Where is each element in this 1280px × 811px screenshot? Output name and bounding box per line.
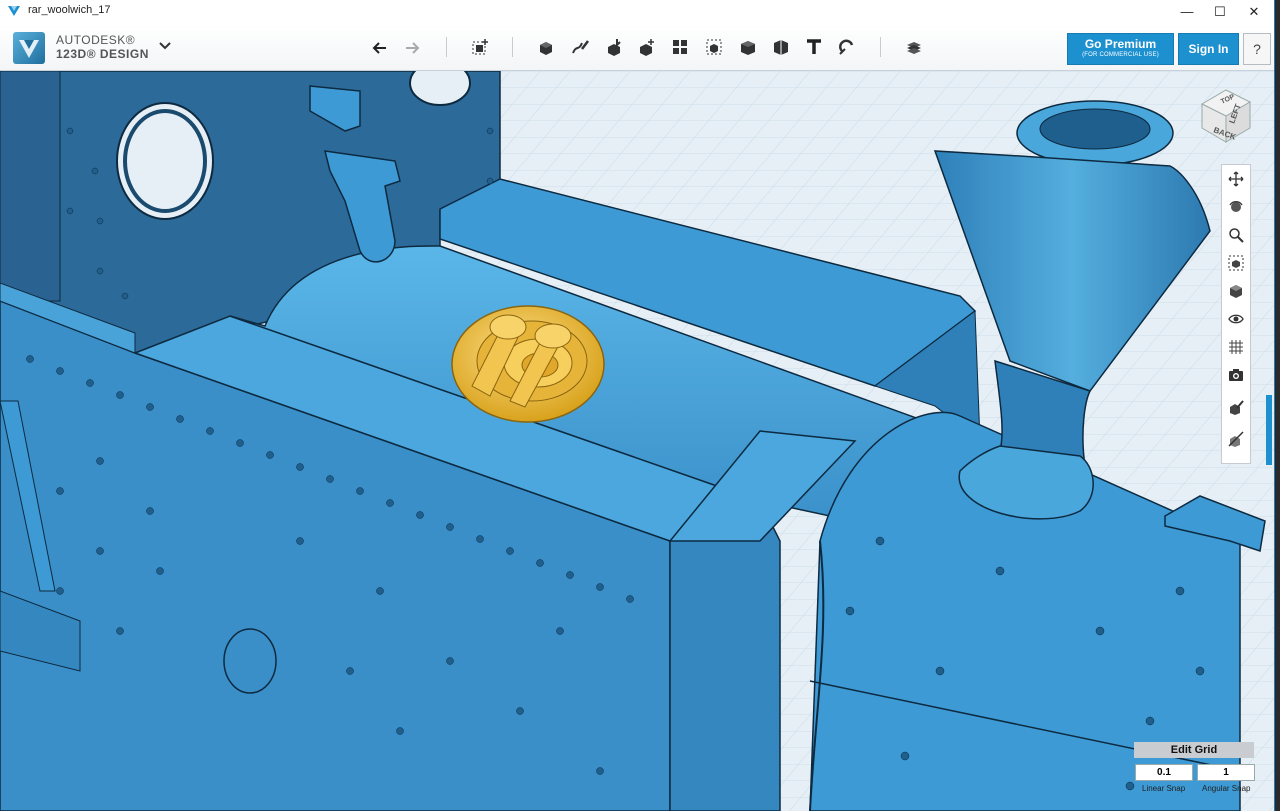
linear-snap-label: Linear Snap <box>1142 784 1186 793</box>
pan-button[interactable] <box>1226 169 1246 189</box>
go-premium-sublabel: (FOR COMMERCIAL USE) <box>1082 52 1159 58</box>
fit-button[interactable] <box>1226 253 1246 273</box>
visibility-button[interactable] <box>1226 309 1246 329</box>
layers-button[interactable] <box>901 34 927 60</box>
grid-icon <box>1229 340 1243 354</box>
material-remove-icon <box>1228 431 1244 447</box>
transform-icon <box>472 39 488 55</box>
brand-product: 123D® DESIGN <box>56 47 149 61</box>
view-mode-button[interactable] <box>1226 281 1246 301</box>
primitives-icon <box>540 42 552 55</box>
locomotive-model-scene[interactable] <box>0 71 1274 811</box>
text-button[interactable] <box>801 34 827 60</box>
window-title: rar_woolwich_17 <box>28 4 111 16</box>
app-window: rar_woolwich_17 — ☐ ✕ AUTODESK® 123D® DE… <box>0 0 1275 811</box>
autodesk-logo-icon <box>19 40 39 58</box>
material-edit-button[interactable] <box>1226 397 1246 417</box>
orbit-button[interactable] <box>1226 197 1246 217</box>
material-edit-icon <box>1230 400 1244 415</box>
zoom-icon <box>1229 228 1244 243</box>
modify-button[interactable] <box>634 34 660 60</box>
pattern-button[interactable] <box>667 34 693 60</box>
title-bar: rar_woolwich_17 — ☐ ✕ <box>0 0 1274 25</box>
selected-component[interactable] <box>451 305 605 423</box>
grouping-icon <box>706 39 722 55</box>
primitives-button[interactable] <box>533 34 559 60</box>
view-cube[interactable]: BACK LEFT TOP <box>1196 84 1254 144</box>
layers-icon <box>907 42 921 54</box>
chevron-down-icon[interactable] <box>157 37 173 53</box>
angular-snap-label: Angular Snap <box>1202 784 1251 793</box>
zoom-button[interactable] <box>1226 225 1246 245</box>
3d-viewport[interactable]: BACK LEFT TOP Edit Grid 0.1 1 Linear Sna… <box>0 71 1274 811</box>
go-premium-button[interactable]: Go Premium (FOR COMMERCIAL USE) <box>1067 33 1174 65</box>
undo-button[interactable] <box>367 34 393 60</box>
toolbar-divider <box>880 37 881 57</box>
measure-button[interactable] <box>768 34 794 60</box>
grouping-button[interactable] <box>701 34 727 60</box>
minimize-button[interactable]: — <box>1170 0 1204 24</box>
combine-icon <box>741 41 755 55</box>
redo-button[interactable] <box>399 34 425 60</box>
help-button[interactable]: ? <box>1243 33 1271 65</box>
brand-company: AUTODESK® <box>56 33 136 47</box>
material-remove-button[interactable] <box>1226 429 1246 449</box>
main-toolbar: AUTODESK® 123D® DESIGN Go Premium (FOR C… <box>0 24 1274 71</box>
grid-toggle-button[interactable] <box>1226 337 1246 357</box>
sign-in-button[interactable]: Sign In <box>1178 33 1239 65</box>
view-mode-icon <box>1230 285 1242 298</box>
viewport-scroll-handle[interactable] <box>1266 395 1272 465</box>
pattern-icon <box>673 40 687 54</box>
modify-icon <box>640 39 654 56</box>
visibility-icon <box>1228 314 1244 324</box>
text-icon <box>807 39 821 54</box>
maximize-button[interactable]: ☐ <box>1203 0 1237 24</box>
app-menu-logo[interactable] <box>13 32 45 64</box>
construct-icon <box>608 39 621 56</box>
undo-icon <box>372 42 386 54</box>
go-premium-label: Go Premium <box>1084 37 1157 51</box>
sketch-button[interactable] <box>567 34 593 60</box>
construct-button[interactable] <box>601 34 627 60</box>
toolbar-divider <box>512 37 513 57</box>
sketch-icon <box>572 40 589 54</box>
edit-grid-button[interactable]: Edit Grid <box>1134 742 1254 758</box>
snap-icon <box>839 39 854 55</box>
navigation-bar <box>1221 164 1251 464</box>
fit-icon <box>1228 255 1244 271</box>
camera-icon <box>1229 369 1243 381</box>
pan-icon <box>1228 171 1244 187</box>
redo-icon <box>406 42 420 54</box>
toolbar-divider <box>446 37 447 57</box>
camera-button[interactable] <box>1226 365 1246 385</box>
linear-snap-field[interactable]: 0.1 <box>1135 764 1193 781</box>
close-button[interactable]: ✕ <box>1237 0 1271 24</box>
edit-grid-panel: Edit Grid 0.1 1 Linear Snap Angular Snap <box>1134 742 1255 796</box>
measure-icon <box>774 40 788 55</box>
snap-button[interactable] <box>834 34 860 60</box>
app-logo-icon <box>8 6 20 16</box>
transform-button[interactable] <box>467 34 493 60</box>
combine-button[interactable] <box>735 34 761 60</box>
angular-snap-field[interactable]: 1 <box>1197 764 1255 781</box>
orbit-icon <box>1229 201 1243 212</box>
